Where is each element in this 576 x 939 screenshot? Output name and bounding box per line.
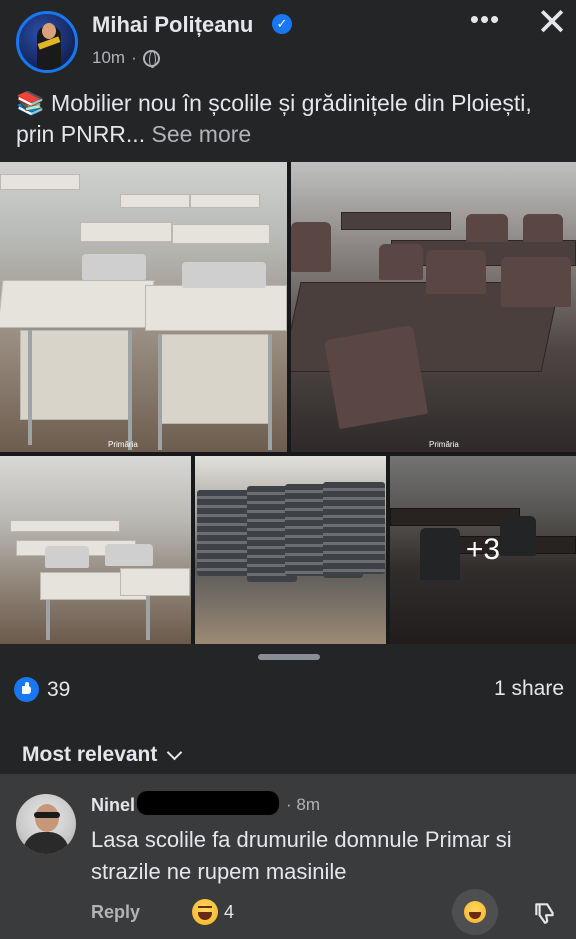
post-caption: 📚 Mobilier nou în școlile și grădinițele… <box>16 88 564 150</box>
photo-1[interactable]: Primăria <box>0 162 287 452</box>
photo-2[interactable]: Primăria <box>291 162 576 452</box>
desk-leg <box>158 334 162 450</box>
dislike-icon[interactable] <box>532 900 558 926</box>
desk-leg <box>146 596 150 640</box>
photo-4[interactable] <box>195 456 386 644</box>
sort-label: Most relevant <box>22 743 158 766</box>
chevron-down-icon <box>167 744 183 760</box>
comment-time: · 8m <box>286 795 320 815</box>
desk <box>0 174 80 190</box>
commenter-name[interactable]: Ninel <box>91 795 135 816</box>
comment-time-value: 8m <box>296 795 321 814</box>
chair <box>501 257 571 307</box>
desk-leg <box>128 330 132 450</box>
books-emoji-icon: 📚 <box>16 90 45 116</box>
share-count[interactable]: 1 share <box>494 677 564 701</box>
chair-stack <box>355 482 385 574</box>
redaction-bar <box>137 791 279 815</box>
post-header: Mihai Polițeanu ✓ 10m · ••• ✕ <box>0 0 576 84</box>
chair-stack <box>197 490 253 576</box>
desk-leg <box>268 334 272 450</box>
desk <box>145 285 287 331</box>
desk <box>341 212 451 230</box>
chair <box>182 262 266 288</box>
photo-5[interactable]: +3 <box>390 456 576 644</box>
desk <box>10 520 120 532</box>
avatar-glasses <box>34 812 60 818</box>
meta-separator: · <box>131 48 137 67</box>
more-options-icon[interactable]: ••• <box>465 6 505 38</box>
desk-leg <box>28 330 32 445</box>
caption-text: Mobilier nou în școlile și grădinițele d… <box>16 90 532 147</box>
like-reaction-icon <box>14 677 39 702</box>
avatar-body <box>23 832 69 854</box>
react-button-icon <box>464 901 486 923</box>
desk <box>120 194 190 208</box>
photo-grid: Primăria Primăria +3 <box>0 162 576 644</box>
desk <box>172 224 270 244</box>
comment-item: Ninel · 8m Lasa scolile fa drumurile dom… <box>0 774 576 939</box>
desk-front <box>20 330 130 420</box>
chair <box>82 254 146 280</box>
reply-button[interactable]: Reply <box>91 902 140 923</box>
author-avatar[interactable] <box>16 11 78 73</box>
photo-watermark: Primăria <box>429 440 459 449</box>
chair <box>105 544 153 566</box>
chair <box>466 214 508 242</box>
comment-reaction-count: 4 <box>224 902 235 922</box>
chair <box>45 546 89 568</box>
desk <box>0 280 155 328</box>
chair <box>379 244 423 280</box>
desk <box>80 222 172 242</box>
drag-handle[interactable] <box>258 654 320 660</box>
post-time[interactable]: 10m <box>92 48 125 68</box>
more-photos-count[interactable]: +3 <box>390 456 576 644</box>
post-meta: 10m · <box>92 48 160 68</box>
avatar-face <box>42 23 56 39</box>
author-name[interactable]: Mihai Polițeanu <box>92 12 253 38</box>
chair <box>291 222 331 272</box>
comment-sort-dropdown[interactable]: Most relevant <box>22 743 183 767</box>
comments-sheet: 39 1 share Most relevant Ninel · 8m Lasa… <box>0 644 576 939</box>
chair <box>323 324 429 430</box>
chair <box>523 214 563 242</box>
photo-3[interactable] <box>0 456 191 644</box>
desk-front <box>160 334 270 424</box>
desk-leg <box>46 600 50 640</box>
react-button[interactable] <box>452 889 498 935</box>
time-separator: · <box>286 795 292 814</box>
desk <box>190 194 260 208</box>
photo-watermark: Primăria <box>108 440 138 449</box>
like-count: 39 <box>47 677 71 701</box>
desk <box>120 568 190 596</box>
verified-badge-icon: ✓ <box>272 14 292 34</box>
avatar-head <box>35 804 59 832</box>
globe-icon <box>142 49 160 68</box>
close-icon[interactable]: ✕ <box>532 4 572 44</box>
comment-text: Lasa scolile fa drumurile domnule Primar… <box>91 827 512 884</box>
haha-reaction-icon[interactable] <box>192 899 218 925</box>
chair <box>426 250 486 294</box>
reaction-summary[interactable]: 39 <box>14 677 70 702</box>
see-more-link[interactable]: See more <box>151 121 251 147</box>
commenter-avatar[interactable] <box>16 794 76 854</box>
